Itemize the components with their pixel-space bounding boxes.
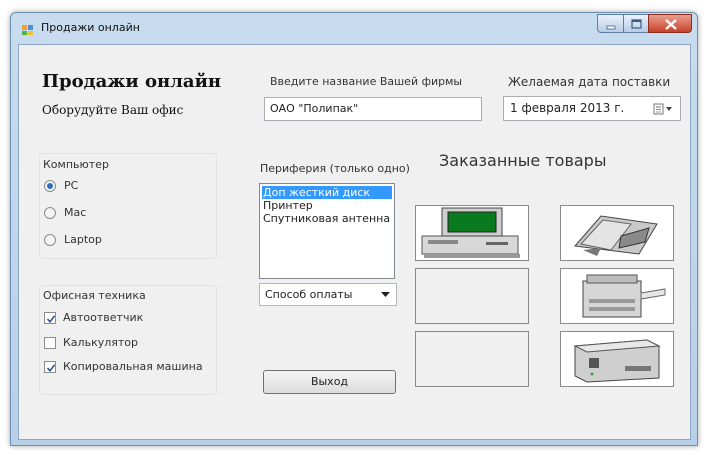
checkmark-icon: [46, 315, 56, 324]
page-subtitle: Оборудуйте Ваш офис: [42, 103, 184, 117]
list-item[interactable]: Доп жесткий диск: [262, 186, 392, 199]
answering-machine-icon: [574, 215, 658, 256]
checkbox-copier-label[interactable]: Копировальная машина: [63, 360, 203, 373]
copier-icon: [582, 274, 666, 318]
title-bar[interactable]: Продажи онлайн: [11, 13, 697, 43]
radio-mac-label[interactable]: Mac: [64, 206, 86, 219]
app-icon: [22, 25, 33, 35]
office-group-title: Офисная техника: [43, 289, 146, 302]
radio-mac[interactable]: [44, 207, 56, 219]
radio-pc-label[interactable]: PC: [64, 179, 78, 192]
delivery-date-picker[interactable]: 1 февраля 2013 г.: [503, 96, 681, 121]
company-input[interactable]: ОАО "Полипак": [264, 97, 482, 121]
radio-laptop-label[interactable]: Laptop: [64, 233, 102, 246]
list-item[interactable]: Спутниковая антенна: [262, 212, 392, 225]
minimize-button[interactable]: [597, 14, 624, 33]
close-icon: [665, 19, 677, 30]
maximize-button[interactable]: [623, 14, 649, 33]
page-title: Продажи онлайн: [42, 71, 222, 92]
chevron-down-icon: [381, 292, 390, 297]
checkmark-icon: [46, 364, 56, 373]
computer-group-title: Компьютер: [43, 158, 109, 171]
checkbox-answering-machine-label[interactable]: Автоответчик: [63, 311, 143, 324]
empty-product-slot: [415, 268, 529, 324]
delivery-date-value: 1 февраля 2013 г.: [510, 101, 625, 115]
payment-combobox-value: Способ оплаты: [265, 288, 353, 301]
copier-picture: [560, 268, 674, 324]
list-item[interactable]: Принтер: [262, 199, 392, 212]
form-client-area: Продажи онлайн Оборудуйте Ваш офис Введи…: [18, 44, 691, 440]
answering-machine-picture: [560, 205, 674, 261]
peripherals-listbox[interactable]: Доп жесткий диск Принтер Спутниковая ант…: [259, 183, 395, 279]
radio-pc[interactable]: [44, 180, 56, 192]
app-window: Продажи онлайн Продажи онлайн Оборудуйте…: [10, 12, 698, 446]
peripherals-label: Периферия (только одно): [260, 162, 410, 175]
checkbox-answering-machine[interactable]: [44, 312, 56, 324]
exit-button[interactable]: Выход: [263, 370, 396, 394]
ordered-items-title: Заказанные товары: [439, 151, 607, 170]
computer-picture: [415, 205, 529, 261]
hard-drive-picture: [560, 331, 674, 387]
empty-product-slot: [415, 331, 529, 387]
minimize-icon: [606, 25, 616, 30]
external-drive-icon: [573, 339, 661, 383]
delivery-label: Желаемая дата поставки: [508, 75, 671, 89]
checkbox-copier[interactable]: [44, 361, 56, 373]
close-button[interactable]: [648, 14, 692, 33]
payment-combobox[interactable]: Способ оплаты: [259, 283, 397, 306]
maximize-icon: [631, 19, 642, 29]
calendar-icon[interactable]: [653, 103, 675, 115]
company-label: Введите название Вашей фирмы: [270, 75, 463, 88]
checkbox-calculator[interactable]: [44, 337, 56, 349]
checkbox-calculator-label[interactable]: Калькулятор: [63, 336, 138, 349]
radio-laptop[interactable]: [44, 234, 56, 246]
desktop-pc-icon: [421, 207, 520, 258]
window-title: Продажи онлайн: [41, 21, 140, 34]
